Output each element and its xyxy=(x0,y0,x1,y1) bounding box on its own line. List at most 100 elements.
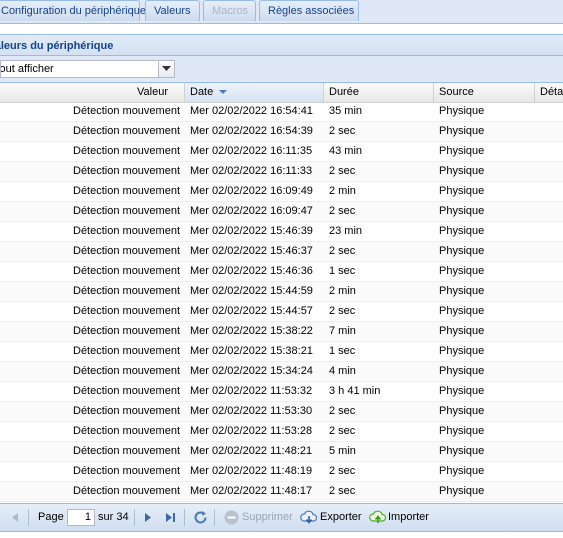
table-row[interactable]: Détection mouvement Mer 02/02/2022 16:11:… xyxy=(0,162,563,182)
cell-valeur: Détection mouvement xyxy=(73,245,180,257)
table-row[interactable]: Détection mouvement Mer 02/02/2022 15:46:… xyxy=(0,262,563,282)
table-row[interactable]: Détection mouvement Mer 02/02/2022 15:38:… xyxy=(0,342,563,362)
table-row[interactable]: Détection mouvement Mer 02/02/2022 16:54:… xyxy=(0,122,563,142)
cell-duree: 3 h 41 min xyxy=(329,385,381,397)
table-row[interactable]: Détection mouvement Mer 02/02/2022 11:48:… xyxy=(0,462,563,482)
cell-valeur: Détection mouvement xyxy=(73,425,180,437)
pager-separator xyxy=(184,509,185,526)
table-row[interactable]: Détection mouvement Mer 02/02/2022 11:53:… xyxy=(0,402,563,422)
column-header-date[interactable]: Date xyxy=(185,83,324,102)
export-button[interactable]: Exporter xyxy=(320,504,362,531)
tab-macros[interactable]: Macros xyxy=(203,0,256,21)
cell-duree: 2 sec xyxy=(329,405,356,417)
cell-duree: 2 sec xyxy=(329,165,356,177)
cell-valeur: Détection mouvement xyxy=(73,445,180,457)
tab-regles-associees[interactable]: Règles associées xyxy=(259,0,359,21)
column-header-details[interactable]: Détails xyxy=(535,83,563,102)
cell-valeur: Détection mouvement xyxy=(73,105,180,117)
column-header-valeur[interactable]: Valeur xyxy=(0,83,185,102)
table-row[interactable]: Détection mouvement Mer 02/02/2022 11:48:… xyxy=(0,482,563,502)
page-count-label: sur 34 xyxy=(98,511,129,523)
cell-date: Mer 02/02/2022 15:38:21 xyxy=(190,345,313,357)
cell-duree: 1 sec xyxy=(329,345,356,357)
next-page-icon[interactable] xyxy=(145,513,151,525)
table-row[interactable]: Détection mouvement Mer 02/02/2022 15:46:… xyxy=(0,242,563,262)
import-button[interactable]: Importer xyxy=(388,504,429,531)
cell-source: Physique xyxy=(439,205,485,217)
cell-date: Mer 02/02/2022 15:44:59 xyxy=(190,285,313,297)
prev-page-icon[interactable] xyxy=(12,513,18,525)
cell-date: Mer 02/02/2022 11:48:17 xyxy=(190,485,313,497)
cell-source: Physique xyxy=(439,485,485,497)
table-row[interactable]: Détection mouvement Mer 02/02/2022 11:48:… xyxy=(0,442,563,462)
table-row[interactable]: Détection mouvement Mer 02/02/2022 15:46:… xyxy=(0,222,563,242)
cell-duree: 2 min xyxy=(329,185,356,197)
table-row[interactable]: Détection mouvement Mer 02/02/2022 15:34:… xyxy=(0,362,563,382)
last-page-icon[interactable] xyxy=(166,513,175,525)
table-row[interactable]: Détection mouvement Mer 02/02/2022 15:44:… xyxy=(0,282,563,302)
column-header-source[interactable]: Source xyxy=(434,83,535,102)
cell-date: Mer 02/02/2022 11:48:19 xyxy=(190,465,313,477)
cell-source: Physique xyxy=(439,125,485,137)
table-row[interactable]: Détection mouvement Mer 02/02/2022 15:44:… xyxy=(0,302,563,322)
cell-source: Physique xyxy=(439,225,485,237)
grid-body: Détection mouvement Mer 02/02/2022 16:54:… xyxy=(0,102,563,502)
pager-separator xyxy=(214,509,215,526)
table-row[interactable]: Détection mouvement Mer 02/02/2022 16:11:… xyxy=(0,142,563,162)
cell-duree: 5 min xyxy=(329,445,356,457)
tab-strip: Configuration du périphérique Valeurs Ma… xyxy=(0,0,563,24)
cell-duree: 1 sec xyxy=(329,265,356,277)
chevron-down-icon xyxy=(162,66,171,71)
page-number-input[interactable]: 1 xyxy=(67,509,95,526)
cell-source: Physique xyxy=(439,325,485,337)
cell-valeur: Détection mouvement xyxy=(73,365,180,377)
table-row[interactable]: Détection mouvement Mer 02/02/2022 16:54:… xyxy=(0,102,563,122)
filter-combo[interactable]: Tout afficher xyxy=(0,60,160,78)
column-header-date-label: Date xyxy=(190,86,214,98)
pager-separator xyxy=(28,509,29,526)
cloud-download-icon xyxy=(300,510,318,528)
cell-source: Physique xyxy=(439,285,485,297)
cell-date: Mer 02/02/2022 16:09:49 xyxy=(190,185,313,197)
table-row[interactable]: Détection mouvement Mer 02/02/2022 16:09:… xyxy=(0,182,563,202)
cell-valeur: Détection mouvement xyxy=(73,325,180,337)
cell-duree: 2 sec xyxy=(329,205,356,217)
cell-valeur: Détection mouvement xyxy=(73,465,180,477)
cell-duree: 2 sec xyxy=(329,305,356,317)
cell-date: Mer 02/02/2022 11:53:30 xyxy=(190,405,313,417)
table-row[interactable]: Détection mouvement Mer 02/02/2022 16:09:… xyxy=(0,202,563,222)
pager-separator xyxy=(134,509,135,526)
filter-combo-trigger[interactable] xyxy=(158,60,175,78)
table-row[interactable]: Détection mouvement Mer 02/02/2022 11:53:… xyxy=(0,422,563,442)
cell-valeur: Détection mouvement xyxy=(73,125,180,137)
cell-source: Physique xyxy=(439,465,485,477)
cell-duree: 2 sec xyxy=(329,485,356,497)
cell-duree: 35 min xyxy=(329,105,363,117)
cell-valeur: Détection mouvement xyxy=(73,205,180,217)
delete-button[interactable]: Supprimer xyxy=(242,504,293,531)
tab-configuration[interactable]: Configuration du périphérique xyxy=(0,0,146,21)
cell-date: Mer 02/02/2022 11:53:32 xyxy=(190,385,313,397)
cell-source: Physique xyxy=(439,305,485,317)
cell-source: Physique xyxy=(439,345,485,357)
cell-source: Physique xyxy=(439,385,485,397)
cell-source: Physique xyxy=(439,405,485,417)
column-header-duree[interactable]: Durée xyxy=(324,83,434,102)
table-row[interactable]: Détection mouvement Mer 02/02/2022 15:38:… xyxy=(0,322,563,342)
cell-date: Mer 02/02/2022 11:53:28 xyxy=(190,425,313,437)
table-row[interactable]: Détection mouvement Mer 02/02/2022 11:53:… xyxy=(0,382,563,402)
cell-duree: 4 min xyxy=(329,365,356,377)
cell-date: Mer 02/02/2022 16:54:41 xyxy=(190,105,313,117)
cell-duree: 2 sec xyxy=(329,125,356,137)
cell-duree: 43 min xyxy=(329,145,363,157)
tab-valeurs[interactable]: Valeurs xyxy=(145,0,200,21)
cell-valeur: Détection mouvement xyxy=(73,165,180,177)
cell-valeur: Détection mouvement xyxy=(73,385,180,397)
refresh-icon[interactable] xyxy=(193,510,208,528)
cell-date: Mer 02/02/2022 16:54:39 xyxy=(190,125,313,137)
cell-date: Mer 02/02/2022 15:38:22 xyxy=(190,325,313,337)
cell-valeur: Détection mouvement xyxy=(73,485,180,497)
panel-title: Valeurs du périphérique xyxy=(0,34,563,56)
cell-duree: 2 min xyxy=(329,285,356,297)
cell-source: Physique xyxy=(439,145,485,157)
